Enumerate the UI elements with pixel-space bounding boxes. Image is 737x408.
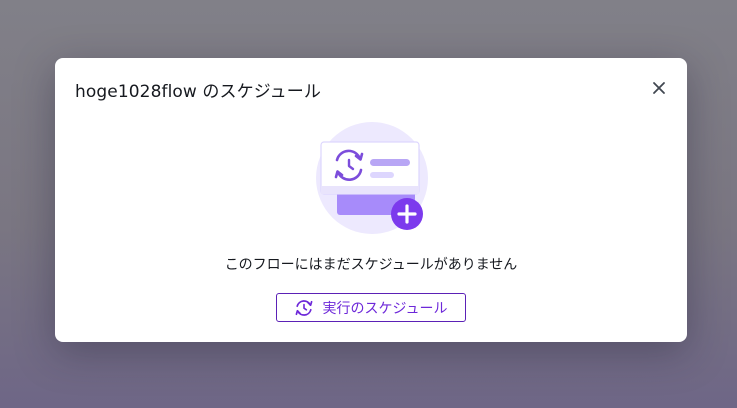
close-icon xyxy=(653,82,665,94)
illustration-line-2 xyxy=(370,172,394,178)
schedule-run-button[interactable]: 実行のスケジュール xyxy=(276,293,466,322)
dialog-title: hoge1028flow のスケジュール xyxy=(75,82,321,102)
schedule-dialog: hoge1028flow のスケジュール このフローにはまだスケジュールがありま… xyxy=(55,58,687,342)
schedule-run-button-label: 実行のスケジュール xyxy=(322,300,448,317)
schedule-empty-illustration xyxy=(313,122,431,234)
refresh-clock-icon xyxy=(294,298,314,318)
illustration-line-1 xyxy=(370,159,410,166)
close-button[interactable] xyxy=(649,78,669,98)
empty-state-message: このフローにはまだスケジュールがありません xyxy=(224,257,518,273)
